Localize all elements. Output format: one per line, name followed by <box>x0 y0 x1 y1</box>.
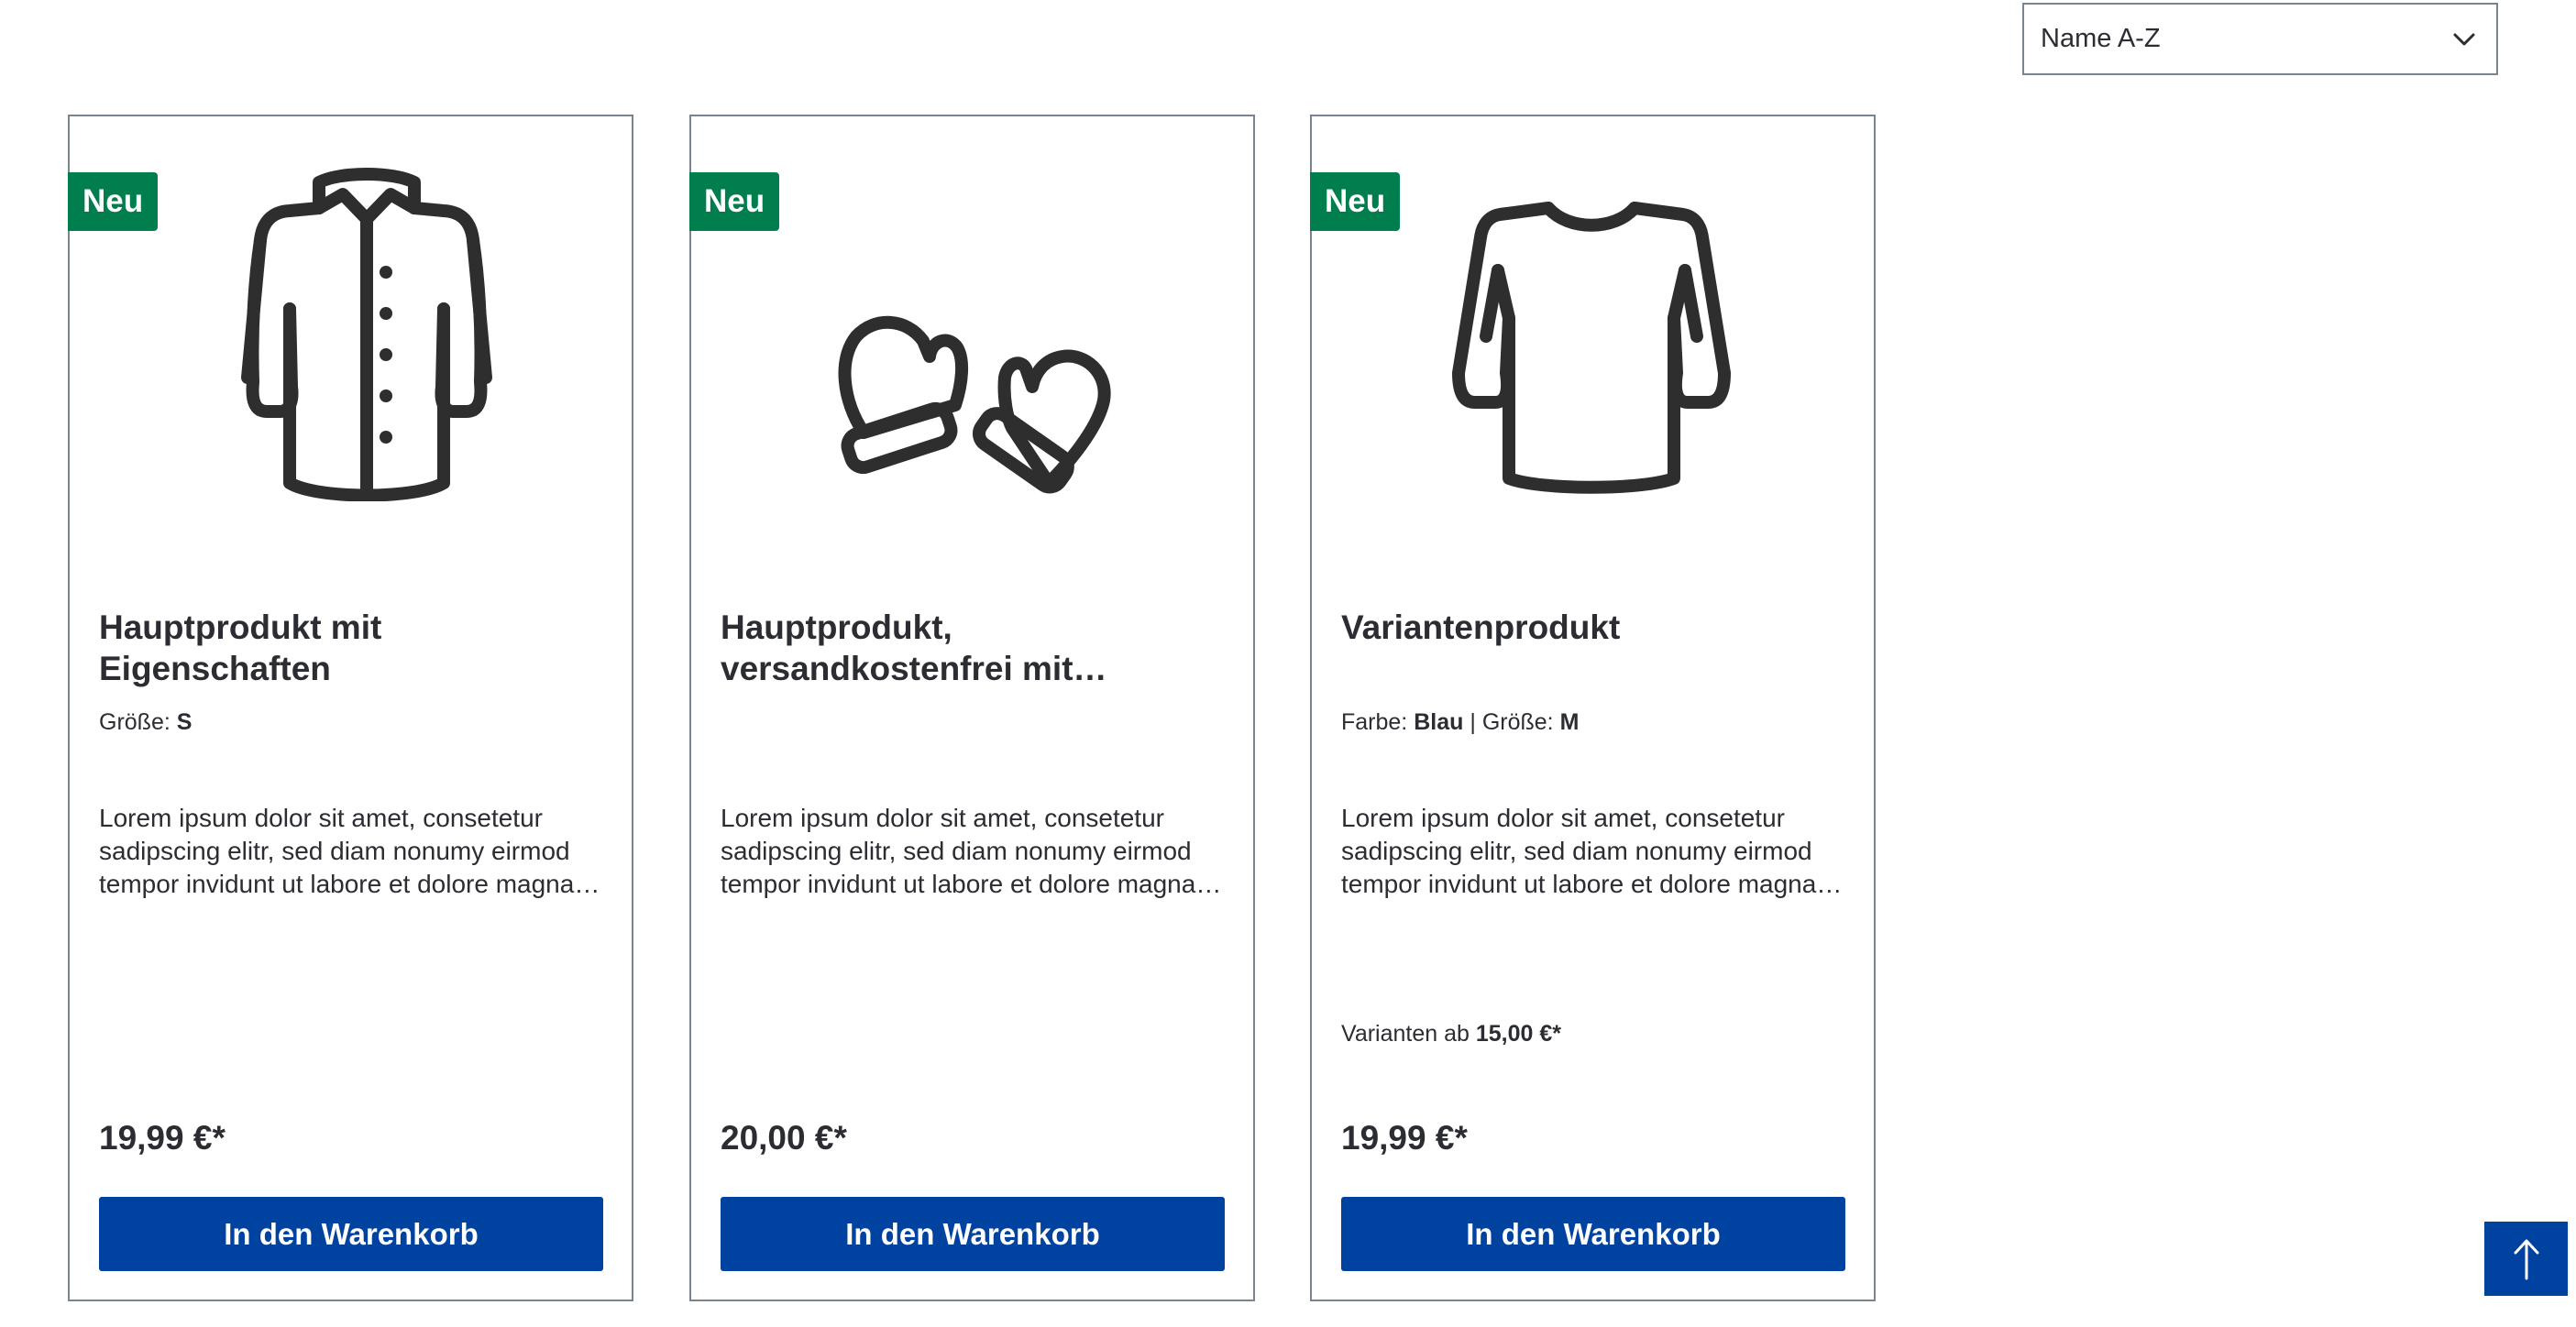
add-to-cart-button[interactable]: In den Warenkorb <box>721 1197 1225 1271</box>
product-name[interactable]: Variantenprodukt <box>1341 607 1836 648</box>
product-name[interactable]: Hauptprodukt mit Eigenschaften <box>99 607 594 689</box>
variants-info: Varianten ab 15,00 €* <box>1341 1021 1561 1047</box>
property-separator: | <box>1470 709 1476 735</box>
badge-new: Neu <box>1310 172 1401 231</box>
sort-select-value: Name A-Z <box>2041 24 2161 53</box>
add-to-cart-button[interactable]: In den Warenkorb <box>99 1197 603 1271</box>
product-name[interactable]: Hauptprodukt, versandkostenfrei mit… <box>721 607 1216 689</box>
product-properties: Farbe: Blau | Größe: M <box>1341 709 1579 736</box>
add-to-cart-button[interactable]: In den Warenkorb <box>1341 1197 1845 1271</box>
property-value: S <box>176 709 193 735</box>
product-price: 19,99 €* <box>99 1119 226 1157</box>
jacket-icon <box>241 168 492 501</box>
property-label: Größe: <box>99 709 171 735</box>
chevron-down-icon <box>2453 33 2475 45</box>
property-label: Größe: <box>1481 709 1554 735</box>
property-value: Blau <box>1414 709 1464 735</box>
property-label: Farbe: <box>1341 709 1408 735</box>
product-properties: Größe: S <box>99 709 192 736</box>
variants-prefix: Varianten ab <box>1341 1021 1470 1047</box>
variants-price: 15,00 €* <box>1475 1021 1562 1047</box>
product-card: Neu Hauptprodukt mit Eigenschaften Größe… <box>68 115 633 1301</box>
badge-new: Neu <box>689 172 780 231</box>
product-card: Neu Hauptprodukt, versandkostenfrei mit…… <box>689 115 1255 1301</box>
sort-select[interactable]: Name A-Z <box>2022 3 2498 75</box>
scroll-to-top-button[interactable] <box>2484 1222 2568 1296</box>
product-price: 19,99 €* <box>1341 1119 1468 1157</box>
sweater-icon <box>1452 202 1731 494</box>
badge-new: Neu <box>68 172 159 231</box>
product-price: 20,00 €* <box>721 1119 847 1157</box>
product-description: Lorem ipsum dolor sit amet, consetetur s… <box>721 804 1196 898</box>
property-value: M <box>1559 709 1580 735</box>
product-description: Lorem ipsum dolor sit amet, consetetur s… <box>1341 804 1817 898</box>
mittens-icon <box>838 315 1111 494</box>
product-description: Lorem ipsum dolor sit amet, consetetur s… <box>99 804 575 898</box>
product-card: Neu Variantenprodukt Farbe: Blau | Größe… <box>1310 115 1876 1301</box>
arrow-up-icon <box>2514 1239 2538 1279</box>
